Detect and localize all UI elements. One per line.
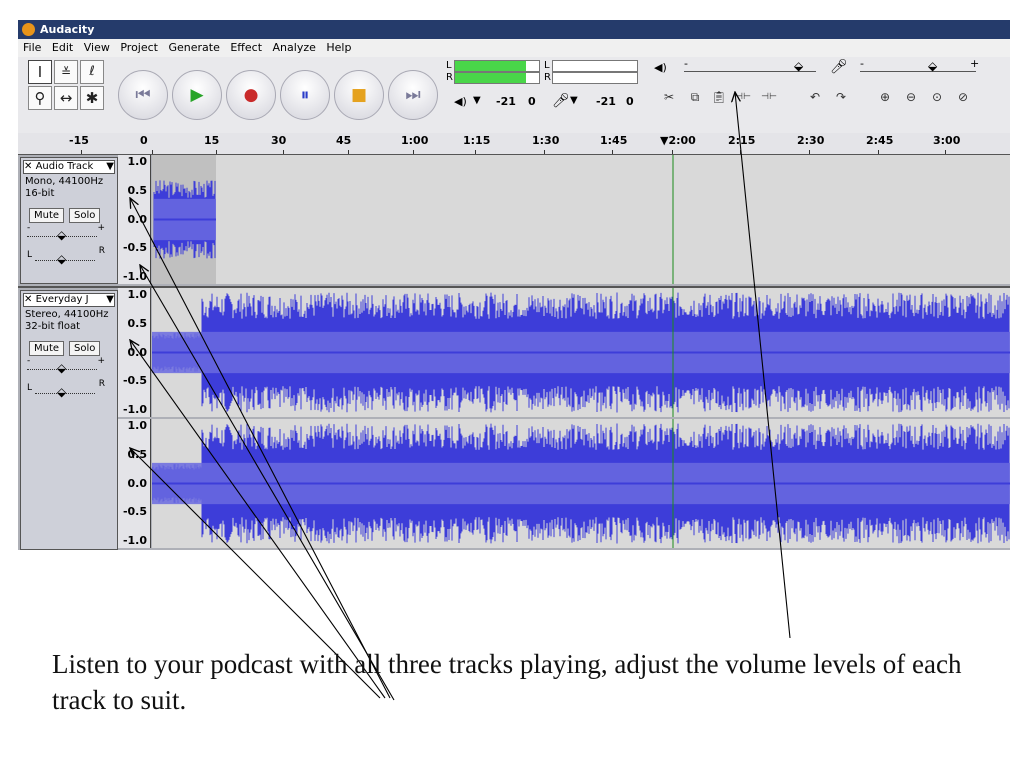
annotation-arrow <box>130 340 386 699</box>
annotation-arrow <box>130 198 391 699</box>
slide-caption: Listen to your podcast with all three tr… <box>52 649 962 715</box>
annotation-arrow <box>735 92 791 639</box>
annotation-arrow <box>140 265 395 701</box>
